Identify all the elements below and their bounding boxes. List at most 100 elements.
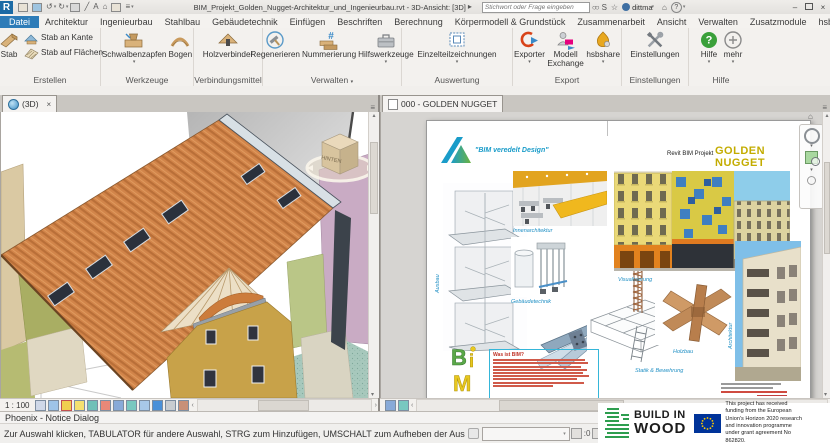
view-scale[interactable]: 1 : 100 [5,401,29,410]
user-dropdown-icon[interactable]: ▾ [652,4,655,10]
view-tab-3d[interactable]: (3D) × [2,95,58,112]
navbar-home-icon[interactable]: ⌂ [808,112,813,121]
3d-model-canvas[interactable]: HINTEN [1,112,375,398]
hilfe-dropdown-icon[interactable]: ▾ [708,59,711,64]
viewport-sheet[interactable]: "BIM veredelt Design" Revit BIM Projekt … [380,112,830,398]
hsbshare-button[interactable]: hsbshare ▾ [586,30,620,64]
group-label-verwalten[interactable]: Verwalten ▾ [263,74,401,86]
visual-style-icon[interactable] [35,400,47,411]
tab-hsbclt[interactable]: hsbCLT [812,16,830,28]
tab-stahlbau[interactable]: Stahlbau [159,16,207,28]
view-tab-sheet[interactable]: 000 - GOLDEN NUGGET [382,95,504,112]
measure-icon[interactable]: ╱ [84,1,89,13]
view-tab-close-icon[interactable]: × [47,100,52,109]
stab-auf-flaechen-button[interactable]: Stab auf Flächen [24,45,103,60]
zoom-region-icon[interactable] [805,151,820,166]
tab-architektur[interactable]: Architektur [39,16,94,28]
tab-koerpermodell[interactable]: Körpermodell & Grundstück [449,16,572,28]
stab-an-kante-button[interactable]: Stab an Kante [24,30,103,45]
zoom-dropdown-icon[interactable]: ▾ [810,168,813,173]
print-icon[interactable] [70,2,81,12]
shadows-icon[interactable] [61,400,73,411]
revit-app-icon[interactable]: R [0,0,13,14]
regenerieren-button[interactable]: Regenerieren [250,30,300,60]
tab-overflow-icon-right[interactable]: ≡ [822,103,827,112]
sun-path-icon[interactable] [48,400,60,411]
exporter-dropdown-icon[interactable]: ▾ [528,59,531,64]
mehr-button[interactable]: mehr ▾ [722,30,744,64]
hilfe-button[interactable]: ? Hilfe ▾ [698,30,720,64]
rendering-dialog-icon[interactable] [74,400,86,411]
tab-zusammenarbeit[interactable]: Zusammenarbeit [571,16,651,28]
einzelteilzeichnungen-button[interactable]: Einzelteilzeichnungen ▾ [417,30,497,64]
viewport-3d[interactable]: HINTEN ▴ ▾ [0,112,379,398]
tab-ingenieurbau[interactable]: Ingenieurbau [94,16,159,28]
reveal-constraints-icon[interactable] [178,400,190,411]
save-icon[interactable] [32,2,42,12]
hsbshare-dropdown-icon[interactable]: ▾ [602,59,605,64]
scroll-left-icon[interactable]: ‹ [411,402,413,409]
show-crop-region-icon[interactable] [100,400,112,411]
exporter-button[interactable]: Exporter ▾ [514,30,545,64]
tab-zusatzmodule[interactable]: Zusatzmodule [744,16,813,28]
help-dropdown-icon[interactable]: ▾ [683,4,686,10]
communication-center-icon[interactable]: S [602,3,607,12]
navbar-more-icon[interactable] [807,176,816,185]
title-play-icon[interactable]: ▸ [468,1,472,13]
search-exchange-icon[interactable]: ○○ [592,3,600,12]
redo-dropdown-icon[interactable]: ▾ [66,4,69,10]
qat-customize-icon[interactable]: ▾ [131,4,134,10]
tab-ansicht[interactable]: Ansicht [651,16,693,28]
vertical-scrollbar-right[interactable]: ▴ ▾ [822,112,830,398]
text-tool-icon[interactable]: A [93,1,98,13]
stab-button[interactable]: Stab [0,30,20,60]
tab-einfuegen[interactable]: Einfügen [284,16,332,28]
tab-beschriften[interactable]: Beschriften [331,16,388,28]
holzverbinder-button[interactable]: Holzverbinder [203,30,253,60]
tab-datei[interactable]: Datei [0,16,40,28]
thin-lines-icon[interactable]: ≡ [125,1,130,13]
undo-icon[interactable]: ↺ [46,1,53,13]
temporary-hide-isolate-icon[interactable] [385,400,396,411]
displacement-sets-icon[interactable] [165,400,177,411]
minimize-button[interactable]: – [788,3,802,12]
user-avatar[interactable] [622,3,631,11]
hilfswerkzeuge-dropdown-icon[interactable]: ▾ [385,59,388,64]
crop-view-icon[interactable] [87,400,99,411]
tab-verwalten[interactable]: Verwalten [692,16,744,28]
vertical-scrollbar-left[interactable]: ▴ ▾ [368,112,379,398]
bogen-button[interactable]: Bogen [168,30,192,60]
restore-button[interactable] [802,2,816,12]
tab-berechnung[interactable]: Berechnung [388,16,449,28]
default-3d-view-icon[interactable]: ⌂ [103,1,108,13]
undo-dropdown-icon[interactable]: ▾ [54,4,57,10]
temporary-hide-isolate-icon[interactable] [113,400,125,411]
signed-in-user[interactable]: dittma [632,3,652,12]
temporary-view-properties-icon[interactable] [139,400,151,411]
workset-select[interactable]: ▾ [481,426,570,441]
close-button[interactable]: × [816,3,830,12]
reveal-hidden-elements-icon[interactable] [126,400,138,411]
scroll-left-icon[interactable]: ‹ [191,402,193,409]
schwalbenzapfen-dropdown-icon[interactable]: ▾ [133,59,136,64]
tab-gebaeudetechnik[interactable]: Gebäudetechnik [206,16,284,28]
favorites-icon[interactable]: ☆ [611,3,618,12]
wheel-dropdown-icon[interactable]: ▾ [810,144,813,149]
modell-exchange-button[interactable]: Modell Exchange [547,30,584,68]
analytical-model-icon[interactable] [152,400,164,411]
app-store-icon[interactable]: ⌂ [662,3,667,12]
steering-wheel-icon[interactable] [803,128,820,144]
sheet-golden-nugget[interactable]: "BIM veredelt Design" Revit BIM Projekt … [426,120,811,398]
search-input[interactable] [481,1,590,13]
redo-icon[interactable]: ↻ [58,1,65,13]
section-icon[interactable] [111,2,122,12]
einstellungen-button[interactable]: Einstellungen [630,30,680,60]
mehr-dropdown-icon[interactable]: ▾ [732,59,735,64]
nummerierung-button[interactable]: # Nummerierung [302,30,356,60]
schwalbenzapfen-button[interactable]: Schwalbenzapfen ▾ [102,30,166,64]
reveal-hidden-elements-icon[interactable] [398,400,409,411]
filter-icon[interactable] [571,428,583,439]
scroll-right-icon[interactable]: › [375,402,377,409]
einzelteilzeichnungen-dropdown-icon[interactable]: ▾ [456,59,459,64]
help-menu-icon[interactable]: ? [670,1,682,13]
